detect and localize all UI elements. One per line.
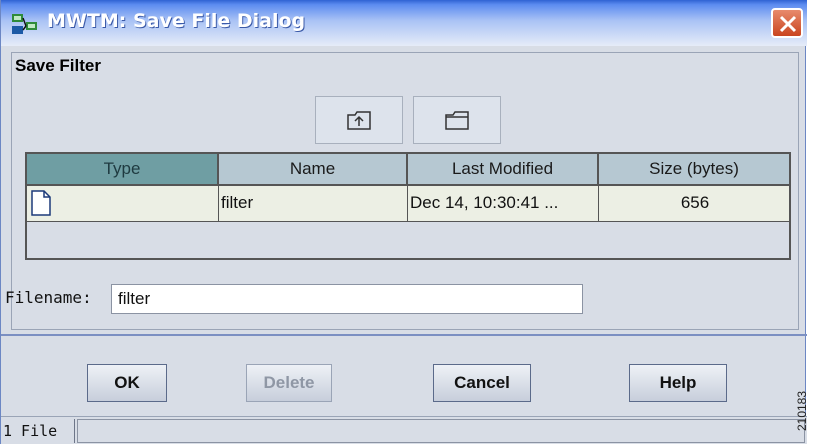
group-title: Save Filter (15, 56, 101, 75)
column-header-last-modified[interactable]: Last Modified (408, 154, 599, 186)
table-row[interactable]: filter Dec 14, 10:30:41 ... 656 (27, 186, 789, 222)
network-app-icon (12, 14, 37, 34)
new-folder-icon (445, 111, 469, 130)
save-file-dialog: MWTM: Save File Dialog Save Filter Type … (0, 0, 807, 444)
filename-input[interactable] (111, 284, 583, 314)
window-title: MWTM: Save File Dialog (47, 10, 306, 32)
size-cell: 656 (680, 193, 710, 212)
figure-code-text: 210183 (795, 390, 810, 432)
name-cell: filter (219, 186, 408, 222)
delete-button[interactable]: Delete (246, 364, 332, 402)
column-header-type[interactable]: Type (27, 154, 219, 186)
close-button[interactable] (771, 8, 803, 38)
cancel-button[interactable]: Cancel (433, 364, 531, 402)
file-table: Type Name Last Modified Size (bytes) fil… (25, 152, 791, 260)
ok-button[interactable]: OK (87, 364, 167, 402)
last-modified-cell: Dec 14, 10:30:41 ... (408, 186, 599, 222)
up-folder-button[interactable] (315, 96, 403, 144)
title-bar[interactable]: MWTM: Save File Dialog (1, 0, 807, 46)
separator (1, 334, 807, 336)
status-bar: 1 File (1, 416, 807, 444)
column-header-size[interactable]: Size (bytes) (599, 154, 789, 186)
file-icon (31, 190, 51, 216)
figure-code: 210183 (795, 380, 817, 444)
new-folder-button[interactable] (413, 96, 501, 144)
help-button[interactable]: Help (629, 364, 727, 402)
close-icon (779, 15, 797, 33)
file-count: 1 File (1, 419, 75, 443)
column-header-name[interactable]: Name (219, 154, 408, 186)
status-message-area (77, 419, 805, 443)
filename-label: Filename: (5, 288, 92, 307)
type-cell (27, 186, 219, 222)
up-folder-icon (347, 111, 371, 130)
